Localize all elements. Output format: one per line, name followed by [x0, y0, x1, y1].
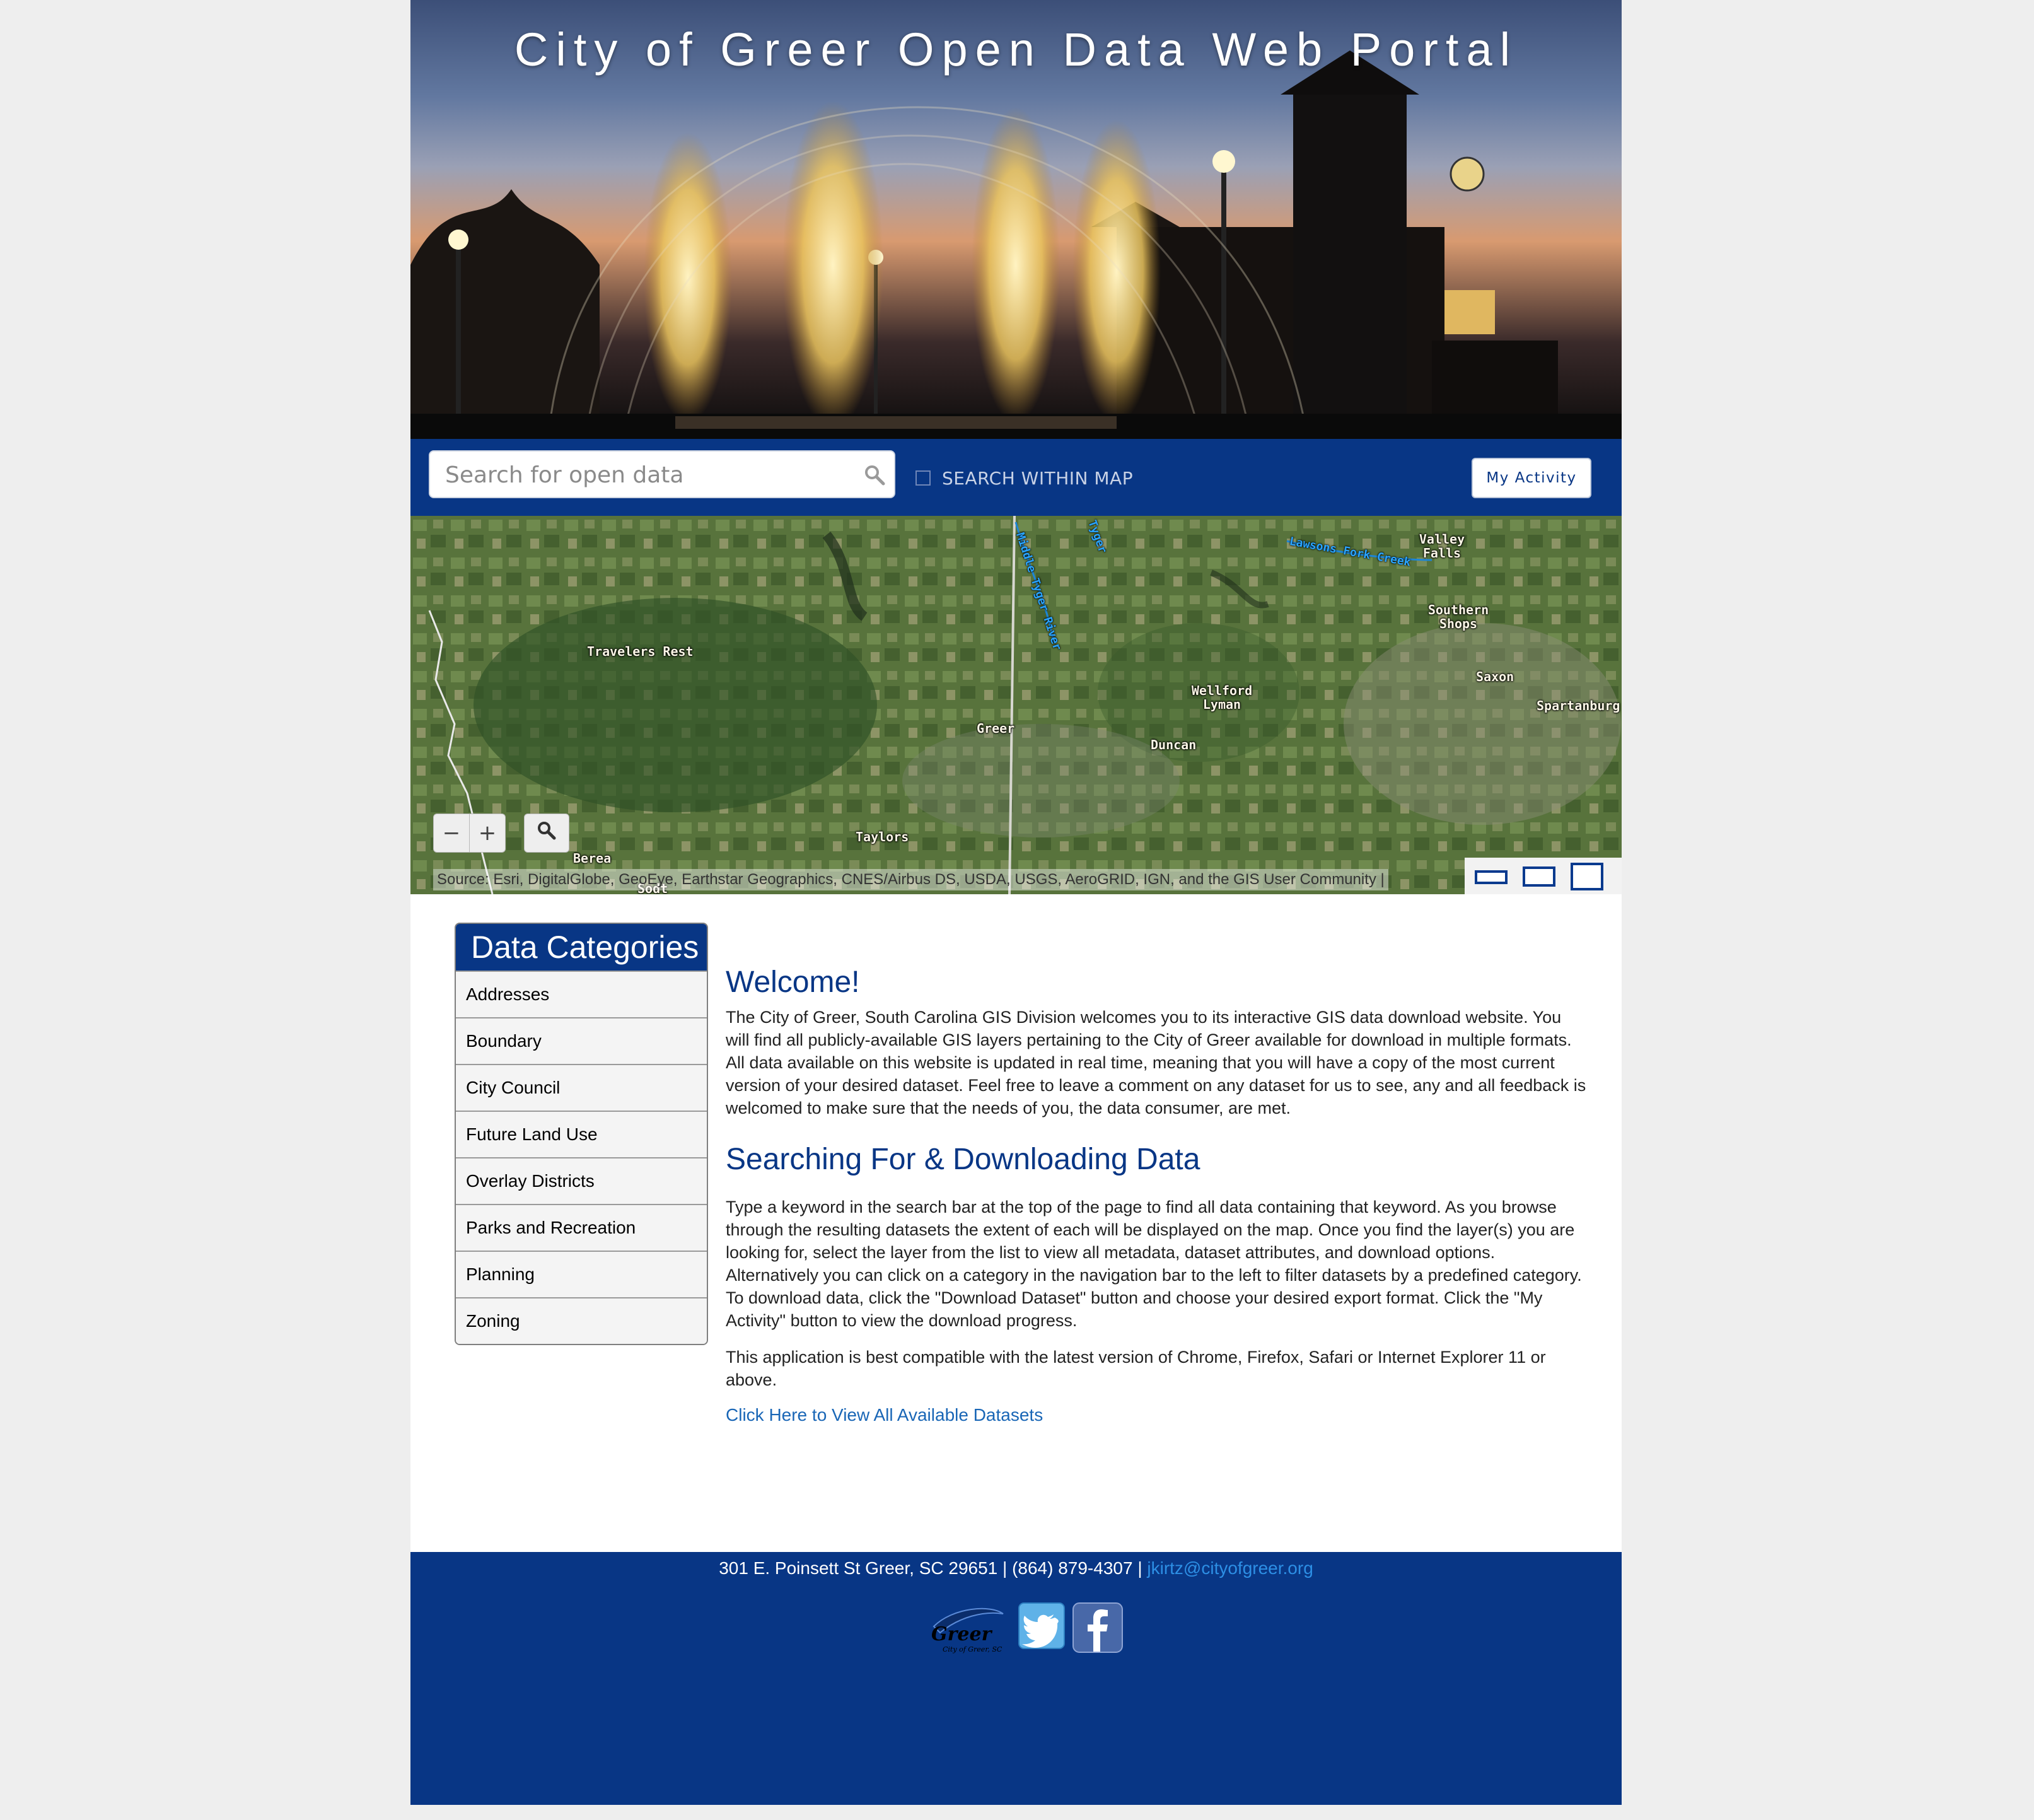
map-size-large-button[interactable] [1571, 863, 1603, 890]
map-size-controls [1465, 858, 1622, 894]
data-categories-panel: Data Categories Addresses Boundary City … [455, 923, 708, 1345]
view-all-datasets-link[interactable]: Click Here to View All Available Dataset… [726, 1405, 1043, 1425]
svg-text:Greer: Greer [931, 1623, 993, 1645]
search-within-map-label: SEARCH WITHIN MAP [942, 468, 1134, 489]
map-label-greer: Greer [977, 721, 1015, 736]
category-planning[interactable]: Planning [456, 1251, 707, 1297]
compatibility-text: This application is best compatible with… [726, 1348, 1546, 1389]
search-input[interactable] [444, 452, 850, 498]
search-bar: SEARCH WITHIN MAP My Activity [410, 439, 1622, 516]
map-label-wellford-lyman: Wellford Lyman [1191, 683, 1253, 712]
svg-text:City of Greer, SC: City of Greer, SC [943, 1645, 1002, 1654]
category-future-land-use[interactable]: Future Land Use [456, 1111, 707, 1157]
map-label-southern-shops: Southern Shops [1427, 602, 1489, 631]
map-size-medium-button[interactable] [1523, 866, 1555, 887]
search-box [429, 450, 895, 498]
greer-logo[interactable]: Greer City of Greer, SC [927, 1601, 1007, 1655]
category-overlay-districts[interactable]: Overlay Districts [456, 1157, 707, 1204]
footer-address: 301 E. Poinsett St Greer, SC 29651 | (86… [719, 1558, 1148, 1578]
facebook-icon[interactable] [1072, 1602, 1123, 1653]
category-city-council[interactable]: City Council [456, 1064, 707, 1111]
category-addresses[interactable]: Addresses [456, 971, 707, 1017]
map-search-icon [537, 820, 556, 846]
map-label-valley-falls: Valley Falls [1419, 532, 1465, 561]
page-title: City of Greer Open Data Web Portal [514, 23, 1518, 76]
map-label-berea: Berea [573, 851, 612, 866]
page: City of Greer Open Data Web Portal SEARC… [410, 0, 1622, 1805]
main-content: Welcome! The City of Greer, South Caroli… [726, 965, 1589, 1425]
map-attribution: Source: Esri, DigitalGlobe, GeoEye, Eart… [433, 869, 1388, 890]
category-zoning[interactable]: Zoning [456, 1297, 707, 1344]
searching-text: Type a keyword in the search bar at the … [726, 1198, 1582, 1330]
welcome-text: The City of Greer, South Carolina GIS Di… [726, 1008, 1586, 1117]
my-activity-button[interactable]: My Activity [1472, 458, 1591, 498]
zoom-in-button[interactable]: + [469, 814, 506, 853]
footer-email-link[interactable]: jkirtz@cityofgreer.org [1147, 1558, 1313, 1578]
footer: 301 E. Poinsett St Greer, SC 29651 | (86… [410, 1552, 1622, 1805]
search-icon[interactable] [864, 464, 885, 489]
map-label-taylors: Taylors [856, 829, 909, 844]
footer-contact: 301 E. Poinsett St Greer, SC 29651 | (86… [410, 1558, 1622, 1578]
map-label-duncan: Duncan [1151, 737, 1197, 752]
category-parks-and-recreation[interactable]: Parks and Recreation [456, 1204, 707, 1251]
map-label-spartanburg: Spartanburg [1537, 698, 1620, 713]
map-search-button[interactable] [524, 814, 569, 853]
header-banner: City of Greer Open Data Web Portal [410, 0, 1622, 439]
zoom-out-button[interactable]: − [433, 814, 470, 853]
map-label-travelers-rest: Travelers Rest [587, 644, 694, 659]
category-boundary[interactable]: Boundary [456, 1017, 707, 1064]
welcome-heading: Welcome! [726, 965, 860, 999]
map-label-saxon: Saxon [1476, 669, 1514, 684]
search-within-map-checkbox[interactable] [915, 470, 931, 486]
map-view[interactable]: Travelers Rest Greer Wellford Lyman Dunc… [410, 516, 1622, 894]
map-size-small-button[interactable] [1475, 870, 1508, 884]
satellite-imagery [410, 516, 1622, 894]
data-categories-title: Data Categories [456, 924, 707, 971]
searching-heading: Searching For & Downloading Data [726, 1143, 1200, 1176]
twitter-icon[interactable] [1018, 1602, 1065, 1649]
